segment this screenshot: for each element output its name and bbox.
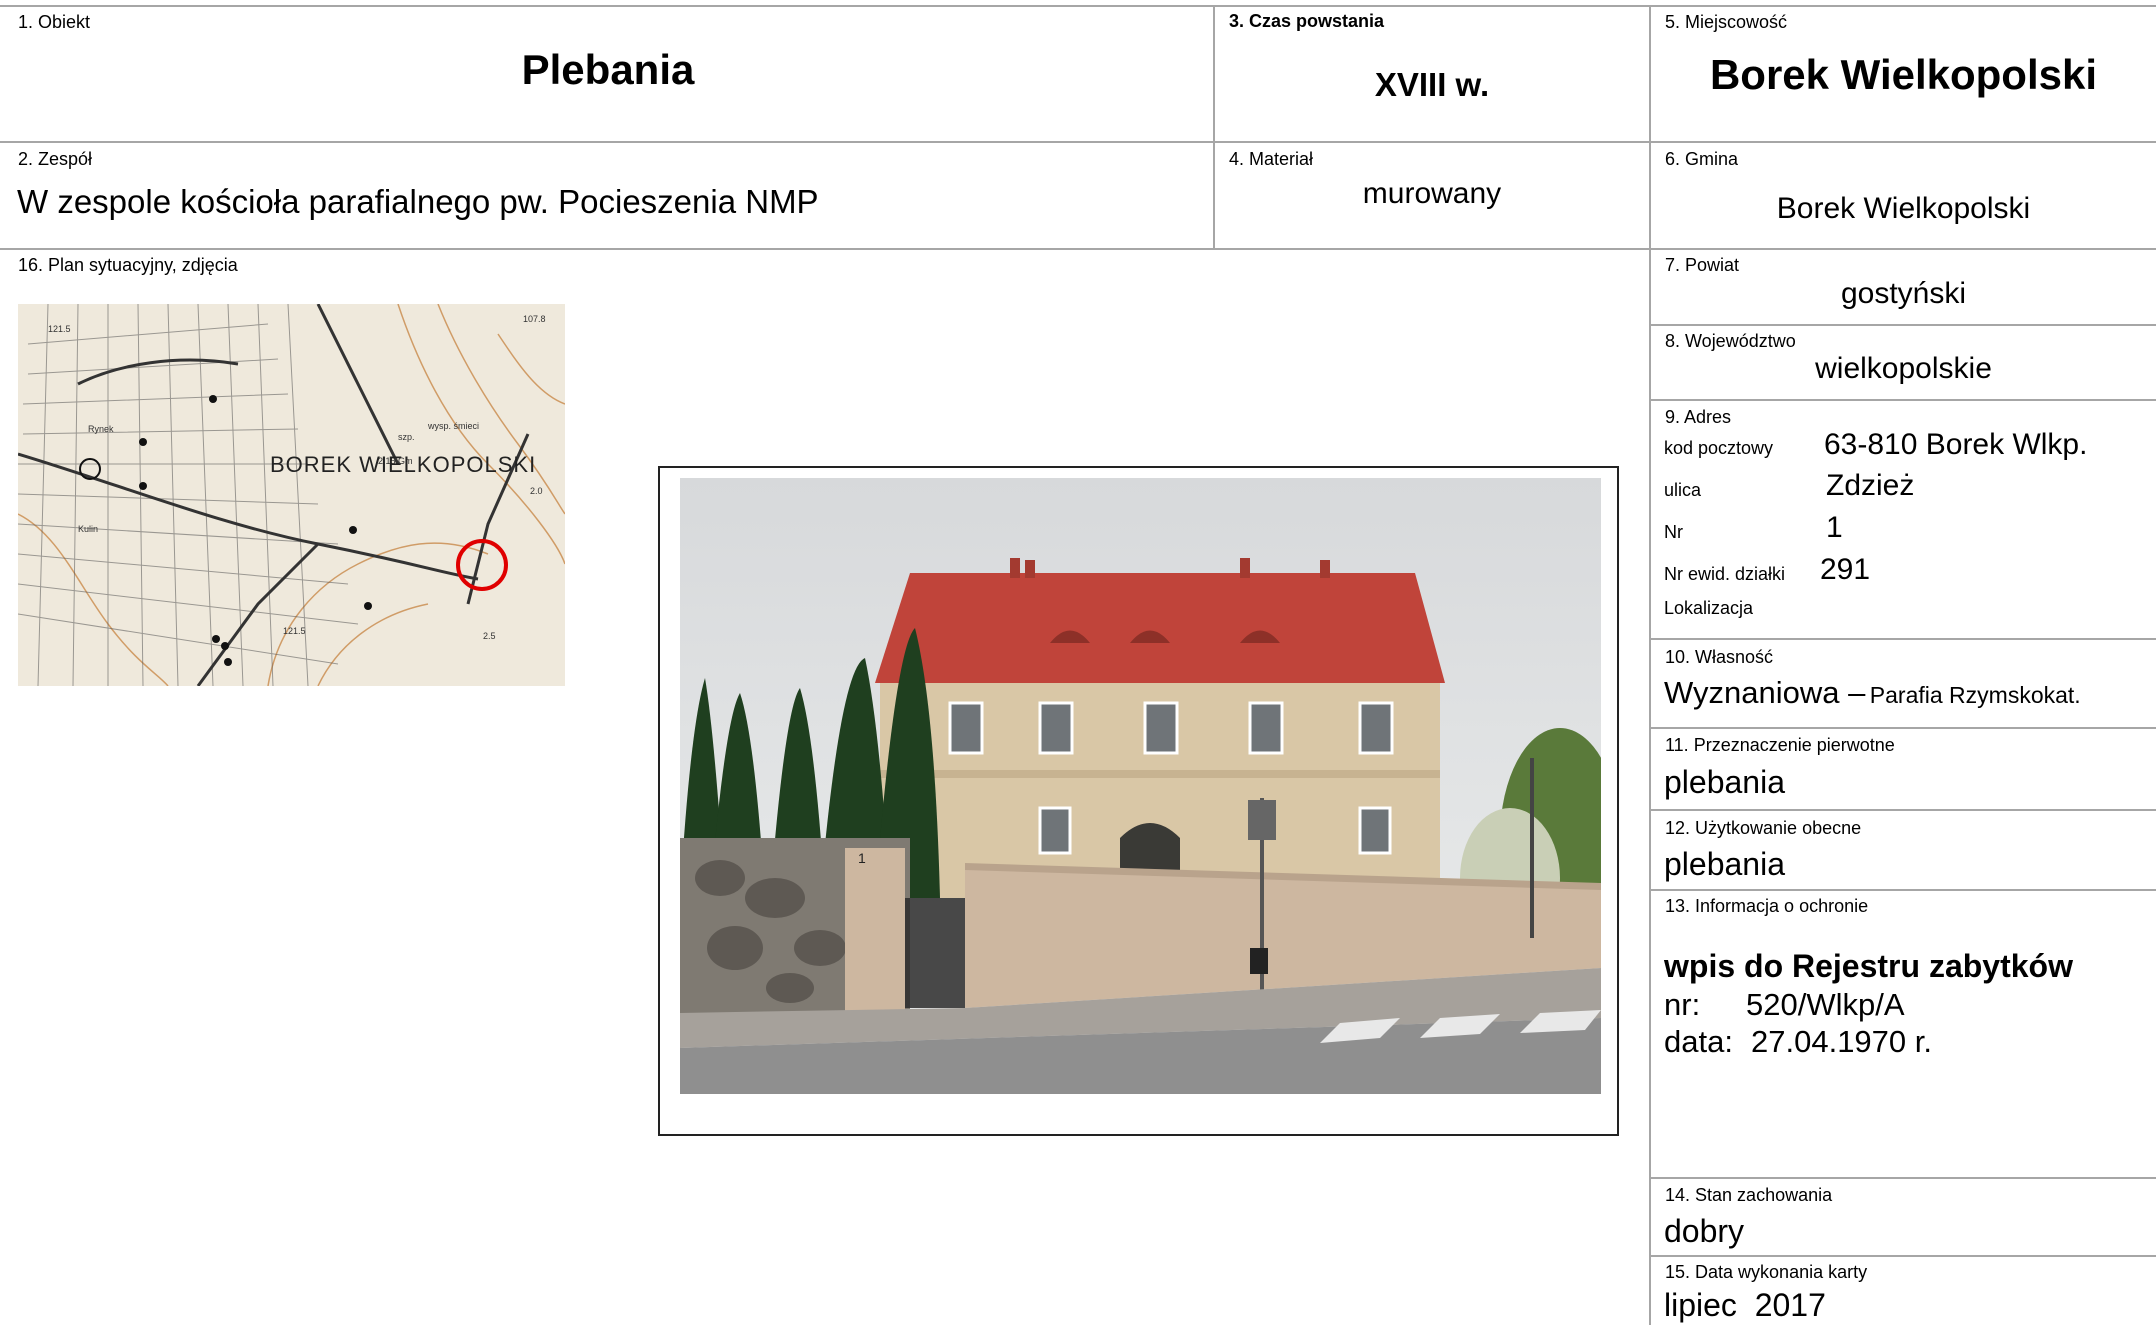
ochrona-label: 13. Informacja o ochronie — [1665, 896, 1869, 916]
czas-label: 3. Czas powstania — [1229, 11, 1385, 31]
map-annotation: wysp. śmieci — [427, 421, 479, 431]
data-karty-value: lipiec 2017 — [1664, 1287, 1826, 1323]
map-annotation: 121.5 — [48, 324, 71, 334]
dzialka-label: Nr ewid. działki — [1664, 564, 1786, 584]
ulica-value: Zdzież — [1826, 469, 1915, 502]
kod-label: kod pocztowy — [1664, 438, 1774, 458]
ochrona-title: wpis do Rejestru zabytków — [1664, 948, 2073, 984]
material-label: 4. Materiał — [1229, 149, 1314, 169]
divider-adres — [1650, 638, 2156, 640]
powiat-label: 7. Powiat — [1665, 255, 1740, 275]
divider-przeznaczenie — [1650, 809, 2156, 811]
wlasnosc-label: 10. Własność — [1665, 647, 1774, 667]
map-annotation: Rynek — [88, 424, 114, 434]
zespol-label: 2. Zespół — [18, 149, 93, 169]
przeznaczenie-label: 11. Przeznaczenie pierwotne — [1665, 735, 1895, 755]
czas-value: XVIII w. — [1374, 66, 1490, 103]
gmina-value: Borek Wielkopolski — [1776, 192, 2031, 225]
wlasnosc-sub: Parafia Rzymskokat. — [1869, 682, 2081, 708]
obiekt-value: Plebania — [521, 46, 695, 93]
kod-value: 63-810 Borek Wlkp. — [1824, 428, 2088, 461]
map-annotation: 2.5 — [483, 631, 496, 641]
divider-row1 — [0, 141, 2156, 143]
ochrona-nr-label: nr: — [1664, 987, 1701, 1022]
building-photo: 1 — [680, 478, 1601, 1094]
uzytkowanie-label: 12. Użytkowanie obecne — [1665, 818, 1862, 838]
przeznaczenie-value: plebania — [1664, 764, 1785, 800]
divider-row2 — [0, 248, 2156, 250]
divider-wlasnosc — [1650, 727, 2156, 729]
situation-map: 121.5 107.8 2.15 Gm wysp. śmieci Rynek K… — [18, 304, 565, 686]
ochrona-nr-value: 520/Wlkp/A — [1746, 987, 1905, 1022]
dzialka-value: 291 — [1820, 553, 1871, 586]
wojewodztwo-label: 8. Województwo — [1665, 331, 1796, 351]
zespol-value: W zespole kościoła parafialnego pw. Poci… — [17, 183, 819, 220]
map-annotation: 107.8 — [523, 314, 546, 324]
obiekt-label: 1. Obiekt — [18, 12, 91, 32]
nr-value: 1 — [1826, 511, 1843, 544]
divider-uzytkowanie — [1650, 889, 2156, 891]
divider-ochrona — [1650, 1177, 2156, 1179]
powiat-value: gostyński — [1840, 277, 1967, 310]
map-annotation: 2.0 — [530, 486, 543, 496]
ulica-label: ulica — [1664, 480, 1702, 500]
data-karty-label: 15. Data wykonania karty — [1665, 1262, 1868, 1282]
photo-frame: 1 — [658, 466, 1619, 1136]
divider-stan — [1650, 1255, 2156, 1257]
lokalizacja-label: Lokalizacja — [1664, 598, 1754, 618]
wlasnosc-main: Wyznaniowa – — [1664, 675, 1866, 710]
wlasnosc-value: Wyznaniowa – Parafia Rzymskokat. — [1664, 675, 2081, 711]
divider-powiat — [1650, 324, 2156, 326]
border-top — [0, 5, 2156, 7]
ochrona-data-label: data: — [1664, 1024, 1733, 1059]
map-annotation: 121.5 — [283, 626, 306, 636]
miejscowosc-value: Borek Wielkopolski — [1709, 51, 2098, 98]
map-annotation: szp. — [398, 432, 415, 442]
divider-woj — [1650, 399, 2156, 401]
divider-col1 — [1213, 5, 1215, 250]
plan-label: 16. Plan sytuacyjny, zdjęcia — [18, 255, 238, 275]
nr-label: Nr — [1664, 522, 1683, 542]
ochrona-data-value: 27.04.1970 r. — [1751, 1024, 1932, 1059]
uzytkowanie-value: plebania — [1664, 846, 1785, 882]
map-annotation: Kulin — [78, 524, 98, 534]
map-town-label: BOREK WIELKOPOLSKI — [270, 452, 536, 477]
adres-label: 9. Adres — [1665, 407, 1732, 427]
wojewodztwo-value: wielkopolskie — [1815, 352, 1992, 385]
gmina-label: 6. Gmina — [1665, 149, 1739, 169]
miejscowosc-label: 5. Miejscowość — [1665, 12, 1788, 32]
stan-value: dobry — [1664, 1213, 1745, 1249]
stan-label: 14. Stan zachowania — [1665, 1185, 1833, 1205]
house-number: 1 — [858, 850, 866, 866]
material-value: murowany — [1362, 177, 1502, 210]
